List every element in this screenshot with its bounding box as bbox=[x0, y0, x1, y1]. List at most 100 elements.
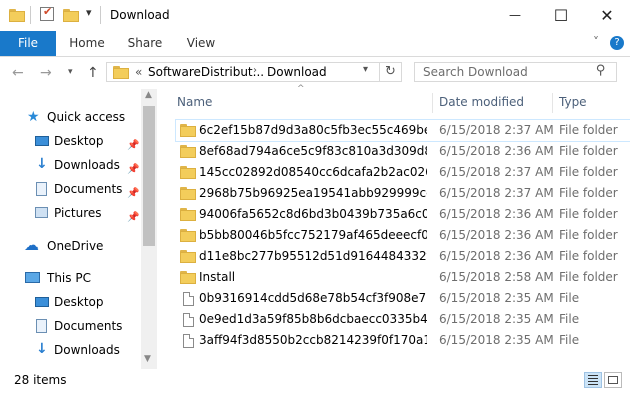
nav-item-quick-access[interactable]: ★ Quick access bbox=[0, 106, 140, 128]
address-dropdown-icon[interactable]: ▾ bbox=[363, 64, 368, 75]
details-view-button[interactable] bbox=[584, 372, 602, 388]
file-type: File folder bbox=[559, 228, 618, 242]
back-arrow-icon[interactable]: ← bbox=[12, 65, 24, 81]
ribbon-tabs: File Home Share View ˅ ? bbox=[0, 31, 630, 57]
file-row[interactable]: 0b9316914cdd5d68e78b54cf3f908e77f283... 6… bbox=[176, 288, 630, 309]
minimize-button[interactable]: — bbox=[492, 0, 538, 30]
nav-item-this-pc[interactable]: This PC bbox=[0, 267, 140, 289]
column-type[interactable]: Type bbox=[559, 89, 629, 115]
breadcrumb-item[interactable]: Download bbox=[267, 65, 327, 79]
file-type: File folder bbox=[559, 144, 618, 158]
file-name: 2968b75b96925ea19541abb929999ced bbox=[199, 186, 427, 200]
file-row[interactable]: b5bb80046b5fcc752179af465deeecf0 6/15/201… bbox=[176, 225, 630, 246]
file-name: 3aff94f3d8550b2ccb8214239f0f170a1bbf1... bbox=[199, 333, 427, 347]
nav-item-pictures[interactable]: Pictures 📌 bbox=[0, 202, 140, 224]
tab-share[interactable]: Share bbox=[120, 31, 170, 56]
documents-icon bbox=[36, 182, 47, 196]
computer-icon bbox=[25, 272, 40, 283]
nav-item-desktop[interactable]: Desktop 📌 bbox=[0, 130, 140, 152]
file-date-modified: 6/15/2018 2:35 AM bbox=[439, 312, 554, 326]
column-date-modified[interactable]: Date modified bbox=[439, 89, 549, 115]
title-bar: ✔ ▾ Download — ☐ ✕ bbox=[0, 0, 630, 31]
file-name: 94006fa5652c8d6bd3b0439b735a6c04 bbox=[199, 207, 427, 221]
large-icons-view-button[interactable] bbox=[604, 372, 622, 388]
status-bar bbox=[0, 369, 630, 393]
file-name: 145cc02892d08540cc6dcafa2b2ac026 bbox=[199, 165, 427, 179]
file-date-modified: 6/15/2018 2:36 AM bbox=[439, 207, 554, 221]
tab-view[interactable]: View bbox=[176, 31, 226, 56]
address-bar[interactable]: « SoftwareDistribut... › Download ▾ ↻ bbox=[106, 62, 402, 82]
scroll-down-arrow-icon[interactable]: ▼ bbox=[144, 354, 151, 364]
download-icon: ↓ bbox=[36, 341, 48, 357]
search-icon[interactable]: ⚲ bbox=[596, 63, 606, 78]
file-date-modified: 6/15/2018 2:35 AM bbox=[439, 333, 554, 347]
file-row[interactable]: 3aff94f3d8550b2ccb8214239f0f170a1bbf1...… bbox=[176, 330, 630, 351]
file-row[interactable]: 94006fa5652c8d6bd3b0439b735a6c04 6/15/201… bbox=[176, 204, 630, 225]
file-date-modified: 6/15/2018 2:58 AM bbox=[439, 270, 554, 284]
file-name: Install bbox=[199, 270, 236, 284]
file-type: File bbox=[559, 333, 580, 347]
file-date-modified: 6/15/2018 2:37 AM bbox=[439, 186, 554, 200]
file-date-modified: 6/15/2018 2:37 AM bbox=[439, 123, 554, 137]
file-type: File folder bbox=[559, 249, 618, 263]
file-type: File folder bbox=[559, 123, 618, 137]
column-header: ^ Name Date modified Type bbox=[165, 84, 630, 115]
maximize-button[interactable]: ☐ bbox=[538, 0, 584, 30]
nav-scrollbar-thumb[interactable] bbox=[143, 106, 155, 246]
nav-item-downloads[interactable]: ↓ Downloads 📌 bbox=[0, 154, 140, 176]
nav-item-documents[interactable]: Documents 📌 bbox=[0, 178, 140, 200]
nav-item-onedrive[interactable]: ☁ OneDrive bbox=[0, 235, 140, 257]
cloud-icon: ☁ bbox=[24, 236, 39, 254]
file-row[interactable]: 145cc02892d08540cc6dcafa2b2ac026 6/15/201… bbox=[176, 162, 630, 183]
file-date-modified: 6/15/2018 2:36 AM bbox=[439, 249, 554, 263]
window-title: Download bbox=[110, 8, 170, 22]
breadcrumb-item[interactable]: SoftwareDistribut... bbox=[148, 65, 264, 79]
tab-home[interactable]: Home bbox=[62, 31, 112, 56]
scroll-up-arrow-icon[interactable]: ▲ bbox=[145, 90, 152, 100]
file-date-modified: 6/15/2018 2:35 AM bbox=[439, 291, 554, 305]
folder-icon bbox=[9, 9, 25, 22]
forward-arrow-icon[interactable]: → bbox=[40, 65, 52, 81]
search-input[interactable]: Search Download bbox=[423, 65, 528, 79]
file-row[interactable]: 8ef68ad794a6ce5c9f83c810a3d309d8 6/15/201… bbox=[176, 141, 630, 162]
nav-item-desktop[interactable]: Desktop bbox=[0, 291, 140, 313]
nav-item-downloads[interactable]: ↓ Downloads bbox=[0, 339, 140, 361]
desktop-icon bbox=[35, 297, 49, 307]
file-date-modified: 6/15/2018 2:36 AM bbox=[439, 228, 554, 242]
folder-icon bbox=[113, 66, 129, 79]
breadcrumb-overflow[interactable]: « bbox=[135, 65, 142, 79]
file-row[interactable]: d11e8bc277b95512d51d9164484332f4 6/15/201… bbox=[176, 246, 630, 267]
new-folder-icon[interactable] bbox=[63, 9, 79, 22]
file-name: d11e8bc277b95512d51d9164484332f4 bbox=[199, 249, 427, 263]
file-type: File folder bbox=[559, 207, 618, 221]
up-arrow-icon[interactable]: ↑ bbox=[87, 65, 99, 81]
column-name[interactable]: Name bbox=[177, 89, 432, 115]
file-name: 0e9ed1d3a59f85b8b6dcbaecc0335b4a60e... bbox=[199, 312, 427, 326]
properties-icon[interactable]: ✔ bbox=[40, 5, 54, 21]
tab-file[interactable]: File bbox=[0, 31, 56, 56]
recent-locations-icon[interactable]: ▾ bbox=[68, 67, 73, 77]
file-date-modified: 6/15/2018 2:37 AM bbox=[439, 165, 554, 179]
help-icon[interactable]: ? bbox=[610, 36, 624, 50]
desktop-icon bbox=[35, 136, 49, 146]
item-count: 28 items bbox=[14, 373, 67, 387]
ribbon-collapse-icon[interactable]: ˅ bbox=[593, 35, 599, 49]
pin-icon[interactable]: 📌 bbox=[127, 207, 139, 229]
file-type: File folder bbox=[559, 186, 618, 200]
file-row[interactable]: 0e9ed1d3a59f85b8b6dcbaecc0335b4a60e... 6/… bbox=[176, 309, 630, 330]
file-row[interactable]: 6c2ef15b87d9d3a80c5fb3ec55c469be 6/15/201… bbox=[175, 119, 630, 142]
file-row[interactable]: 2968b75b96925ea19541abb929999ced 6/15/201… bbox=[176, 183, 630, 204]
customize-toolbar-icon[interactable]: ▾ bbox=[86, 6, 92, 19]
file-type: File bbox=[559, 312, 580, 326]
file-type: File folder bbox=[559, 165, 618, 179]
refresh-icon[interactable]: ↻ bbox=[385, 64, 396, 79]
nav-item-documents[interactable]: Documents bbox=[0, 315, 140, 337]
file-name: 8ef68ad794a6ce5c9f83c810a3d309d8 bbox=[199, 144, 427, 158]
close-button[interactable]: ✕ bbox=[584, 0, 630, 30]
search-box[interactable]: Search Download ⚲ bbox=[414, 62, 617, 82]
breadcrumb-separator-icon[interactable]: › bbox=[253, 65, 257, 76]
file-row[interactable]: Install 6/15/2018 2:58 AM File folder bbox=[176, 267, 630, 288]
download-icon: ↓ bbox=[36, 156, 48, 172]
file-date-modified: 6/15/2018 2:36 AM bbox=[439, 144, 554, 158]
file-name: b5bb80046b5fcc752179af465deeecf0 bbox=[199, 228, 427, 242]
